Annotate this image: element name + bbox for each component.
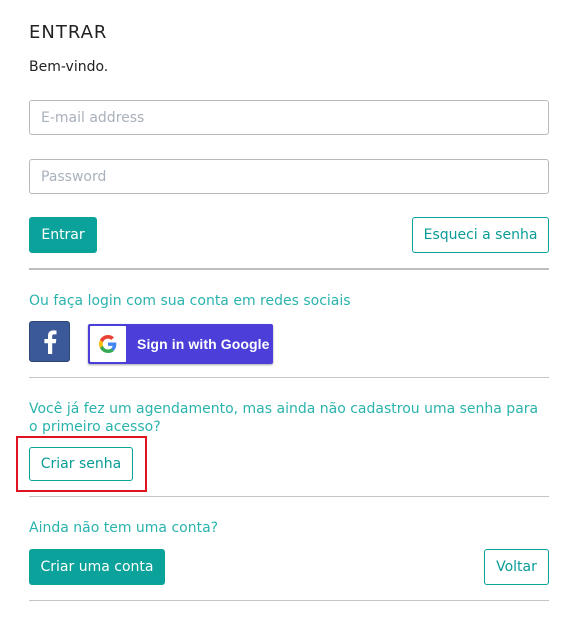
email-field[interactable] (29, 100, 549, 135)
google-signin-button[interactable]: Sign in with Google (88, 324, 273, 364)
facebook-icon (43, 329, 56, 354)
password-field[interactable] (29, 159, 549, 194)
social-login-heading: Ou faça login com sua conta em redes soc… (29, 293, 351, 309)
no-account-text: Ainda não tem uma conta? (29, 520, 219, 536)
google-signin-label: Sign in with Google (137, 336, 270, 352)
login-button[interactable]: Entrar (29, 217, 97, 253)
back-button[interactable]: Voltar (484, 549, 549, 585)
divider (29, 600, 549, 601)
forgot-password-button[interactable]: Esqueci a senha (412, 217, 549, 253)
google-icon (99, 335, 117, 353)
page-title: ENTRAR (29, 22, 108, 43)
divider (29, 268, 549, 270)
create-account-button[interactable]: Criar uma conta (29, 549, 165, 585)
google-icon-container (90, 326, 126, 362)
facebook-login-button[interactable] (29, 321, 70, 362)
welcome-text: Bem-vindo. (29, 59, 109, 75)
divider (29, 496, 549, 497)
create-password-button[interactable]: Criar senha (29, 447, 133, 481)
divider (29, 377, 549, 378)
first-access-text: Você já fez um agendamento, mas ainda nã… (29, 401, 539, 435)
